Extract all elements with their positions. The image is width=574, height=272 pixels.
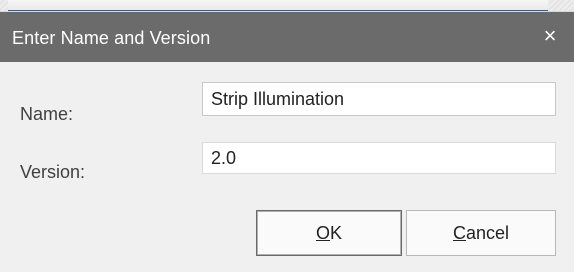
ok-mnemonic: O: [315, 222, 330, 243]
name-label: Name:: [20, 104, 74, 124]
enter-name-version-dialog: Enter Name and Version × Name: Version: …: [0, 12, 574, 272]
cancel-button[interactable]: Cancel: [406, 210, 556, 256]
ok-button[interactable]: OK: [256, 210, 402, 256]
dialog-titlebar: Enter Name and Version ×: [0, 12, 574, 62]
version-label: Version:: [20, 162, 86, 182]
name-input[interactable]: [202, 82, 556, 116]
close-icon: ×: [543, 23, 557, 48]
dialog-title: Enter Name and Version: [12, 28, 211, 48]
version-input[interactable]: [202, 142, 556, 174]
ok-label-rest: K: [330, 222, 343, 243]
background-window-edge: [8, 0, 548, 12]
cancel-label-rest: ancel: [465, 222, 510, 243]
cancel-mnemonic: C: [452, 222, 466, 243]
close-button[interactable]: ×: [532, 20, 568, 52]
